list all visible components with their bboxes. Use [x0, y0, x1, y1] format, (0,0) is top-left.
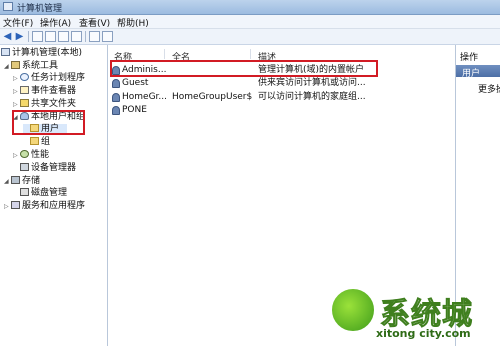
user-icon — [112, 66, 120, 75]
export-list-icon[interactable] — [102, 31, 113, 42]
list-row-pone[interactable]: PONE — [112, 105, 372, 116]
collapse-arrow-icon[interactable]: ◢ — [13, 112, 20, 123]
folder-icon — [30, 137, 39, 145]
menu-bar: 文件(F) 操作(A) 查看(V) 帮助(H) — [0, 15, 500, 29]
column-separator[interactable] — [250, 49, 251, 59]
window-title: 计算机管理 — [17, 4, 63, 14]
menu-help[interactable]: 帮助(H) — [117, 16, 149, 29]
column-separator[interactable] — [164, 49, 165, 59]
services-icon — [11, 201, 20, 209]
actions-pane: 操作 用户 更多操 — [455, 45, 500, 346]
tree-item-device-manager[interactable]: 设备管理器 — [13, 163, 76, 174]
user-fullname: HomeGroupUser$ — [172, 92, 253, 102]
user-icon — [112, 106, 120, 115]
user-name: HomeGr... — [122, 92, 168, 102]
refresh-icon[interactable] — [71, 31, 82, 42]
title-bar: 计算机管理 — [0, 0, 500, 15]
menu-file[interactable]: 文件(F) — [3, 16, 33, 29]
expand-arrow-icon[interactable]: ▷ — [13, 150, 20, 161]
expand-arrow-icon[interactable]: ▷ — [13, 73, 20, 84]
collapse-arrow-icon[interactable]: ◢ — [4, 176, 11, 187]
tree-item-users[interactable]: 用户 — [23, 124, 68, 135]
tree-item-shared-folders[interactable]: ▷ 共享文件夹 — [13, 99, 76, 110]
tree-item-groups[interactable]: 组 — [23, 137, 50, 148]
user-name: Adminis... — [122, 65, 167, 75]
column-header-description[interactable]: 描述 — [258, 50, 276, 63]
event-log-icon — [20, 86, 29, 94]
actions-section-label: 用户 — [462, 69, 481, 79]
expand-arrow-icon[interactable]: ▷ — [4, 201, 11, 212]
computer-management-icon — [3, 2, 13, 11]
list-row-guest[interactable]: Guest 供来宾访问计算机或访问... — [112, 78, 372, 89]
collapse-arrow-icon[interactable]: ◢ — [4, 61, 11, 72]
tools-icon — [11, 61, 20, 69]
up-level-icon[interactable] — [32, 31, 43, 42]
tree-item-disk-management[interactable]: 磁盘管理 — [13, 188, 67, 199]
tree-item-system-tools[interactable]: ◢ 系统工具 — [4, 61, 58, 72]
back-arrow-icon[interactable]: ◀ — [2, 31, 13, 42]
tree-item-task-scheduler[interactable]: ▷ 任务计划程序 — [13, 73, 85, 84]
disk-icon — [20, 188, 29, 196]
user-description: 可以访问计算机的家庭组... — [258, 92, 366, 102]
actions-header: 操作 — [460, 53, 479, 63]
more-actions-link[interactable]: 更多操 — [478, 82, 500, 95]
column-header-fullname[interactable]: 全名 — [172, 50, 190, 63]
clock-icon — [20, 73, 29, 81]
user-description: 供来宾访问计算机或访问... — [258, 78, 366, 88]
user-name: Guest — [122, 78, 149, 88]
user-list-view: 名称 全名 描述 Adminis... 管理计算机(域)的内置帐户 Guest … — [108, 45, 454, 346]
actions-section-users[interactable]: 用户 — [456, 65, 500, 79]
properties-icon[interactable] — [58, 31, 69, 42]
tree-item-event-viewer[interactable]: ▷ 事件查看器 — [13, 86, 76, 97]
menu-view[interactable]: 查看(V) — [79, 16, 110, 29]
tree-item-storage[interactable]: ◢ 存储 — [4, 176, 40, 187]
toolbar-separator — [85, 31, 86, 42]
console-tree: 计算机管理(本地) ◢ 系统工具 ▷ 任务计划程序 ▷ 事件查看器 ▷ 共享文件夹 ◢ 本… — [0, 45, 108, 346]
list-row-homegroup[interactable]: HomeGr... HomeGroupUser$ 可以访问计算机的家庭组... — [112, 92, 372, 103]
storage-icon — [11, 176, 20, 184]
tree-item-services-apps[interactable]: ▷ 服务和应用程序 — [4, 201, 85, 212]
toolbar: ◀ ▶ — [0, 29, 500, 45]
toolbar-separator — [28, 31, 29, 42]
tree-item-local-users-groups[interactable]: ◢ 本地用户和组 — [13, 112, 85, 123]
user-description: 管理计算机(域)的内置帐户 — [258, 65, 365, 75]
computer-icon — [1, 48, 10, 56]
show-hide-tree-icon[interactable] — [45, 31, 56, 42]
tree-item-root[interactable]: 计算机管理(本地) — [1, 48, 82, 59]
help-icon[interactable] — [89, 31, 100, 42]
forward-arrow-icon[interactable]: ▶ — [14, 31, 25, 42]
device-manager-icon — [20, 163, 29, 171]
user-icon — [112, 79, 120, 88]
users-icon — [20, 112, 29, 120]
shared-folder-icon — [20, 99, 29, 107]
column-header-name[interactable]: 名称 — [114, 50, 132, 63]
menu-action[interactable]: 操作(A) — [40, 16, 71, 29]
user-name: PONE — [122, 105, 147, 115]
user-icon — [112, 93, 120, 102]
list-row-administrator[interactable]: Adminis... 管理计算机(域)的内置帐户 — [112, 65, 372, 76]
performance-icon — [20, 150, 29, 158]
folder-icon — [30, 124, 39, 132]
tree-item-performance[interactable]: ▷ 性能 — [13, 150, 49, 161]
expand-arrow-icon[interactable]: ▷ — [13, 86, 20, 97]
expand-arrow-icon[interactable]: ▷ — [13, 99, 20, 110]
